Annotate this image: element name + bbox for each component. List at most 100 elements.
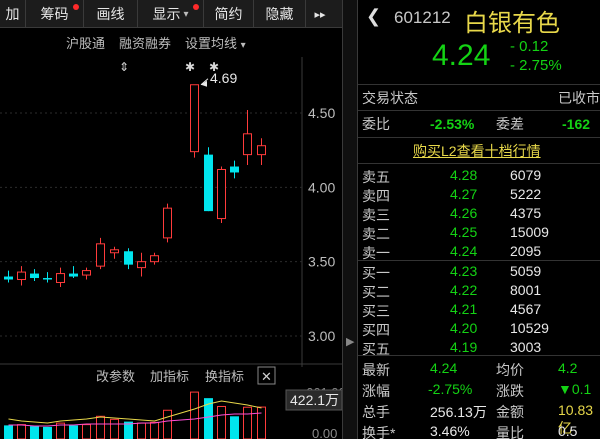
stat-value: -2.75% (428, 381, 473, 397)
panel-divider[interactable]: ▶ (342, 0, 358, 439)
toolbar-draw-line-button[interactable]: 画线 (84, 0, 138, 28)
divider-line (358, 355, 600, 356)
level-label: 买五 (362, 341, 390, 357)
toolbar-simple-button[interactable]: 简约 (204, 0, 254, 28)
indicator-tab[interactable]: 改参数 (96, 369, 135, 384)
divider-line (358, 110, 600, 111)
current-price: 4.24 (432, 39, 491, 72)
level-price: 4.21 (450, 301, 478, 317)
level-volume: 10529 (510, 320, 549, 336)
candle-body-down (4, 276, 13, 280)
candle-body-up (217, 168, 226, 220)
volume-bar-up (137, 422, 146, 439)
stats-row: 换手* 3.46% 量比 0.5 (358, 422, 600, 439)
candle-body-up (137, 261, 146, 269)
volume-bar-up (243, 406, 252, 439)
candle-body-up (110, 249, 119, 254)
stat-label: 最新 (362, 362, 390, 378)
stat-label: 均价 (496, 362, 524, 378)
stat-label: 涨幅 (362, 383, 390, 399)
volume-bar-down (4, 425, 13, 439)
notification-dot (73, 4, 79, 10)
bid-row[interactable]: 买一 4.23 5059 (358, 262, 600, 281)
candle-body-up (163, 207, 172, 239)
ask-row[interactable]: 卖一 4.24 2095 (358, 242, 600, 261)
level-volume: 4567 (510, 301, 542, 317)
close-icon[interactable]: ✕ (261, 370, 272, 385)
volume-bar-up (150, 421, 159, 439)
ask-row[interactable]: 卖三 4.26 4375 (358, 204, 600, 223)
stat-label: 量比 (496, 425, 524, 439)
trade-status-value: 已收市 (558, 90, 600, 106)
weicha-label: 委差 (496, 116, 524, 132)
price-change-pct: - 2.75% (510, 57, 562, 74)
stat-value: ▼0.1 (558, 381, 592, 397)
stock-name: 白银有色 (464, 10, 560, 37)
info-marker-icon: ✱ (185, 60, 195, 74)
ask-row[interactable]: 卖二 4.25 15009 (358, 223, 600, 242)
volume-bar-down (43, 426, 52, 439)
collapse-arrow-icon[interactable]: ▶ (346, 335, 354, 348)
volume-bar-down (230, 416, 239, 439)
divider-line (358, 260, 600, 261)
indicator-tab[interactable]: 换指标 (205, 369, 244, 384)
quote-header: ❮ 601212 白银有色 (358, 0, 600, 37)
bid-row[interactable]: 买四 4.20 10529 (358, 319, 600, 338)
candle-body-down (204, 154, 213, 212)
event-marker-icon: ⇕ (119, 60, 129, 74)
candle-body-up (257, 145, 266, 156)
stat-label: 金额 (496, 404, 524, 420)
toolbar-display-dropdown[interactable]: 显示 (138, 0, 204, 28)
volume-bar-down (69, 425, 78, 439)
candle-body-up (96, 243, 105, 267)
stat-value: 4.2 (558, 360, 578, 376)
toolbar-add-button[interactable]: 加 (0, 0, 26, 28)
candle-body-up (190, 84, 199, 153)
info-marker-icon: ✱ (209, 60, 219, 74)
volume-bar-up (17, 424, 26, 439)
bid-row[interactable]: 买三 4.21 4567 (358, 300, 600, 319)
level-price: 4.24 (450, 243, 478, 259)
toolbar-chips-button[interactable]: 筹码 (26, 0, 84, 28)
stats-row: 最新 4.24 均价 4.2 (358, 359, 600, 378)
price-change: - 0.12 (510, 38, 549, 55)
volume-bar-up (163, 409, 172, 439)
level-price: 4.28 (450, 167, 478, 183)
stat-value: 4.24 (430, 360, 458, 376)
stat-value: 3.46% (430, 423, 470, 439)
volume-value-label: 422.1万 (290, 392, 339, 408)
chart-toolbar: 加 筹码 画线 显示 简约 隐藏 ▸▸ (0, 0, 342, 28)
stock-code: 601212 (394, 8, 451, 27)
order-ratio-row: 委比 -2.53% 委差 -162 (358, 113, 600, 135)
candle-body-down (30, 273, 39, 279)
volume-bar-up (257, 406, 266, 439)
kline-chart-panel[interactable]: 沪股通 融资融券 设置均线 ▾ 4.50 4.00 3.50 3.00 4.69 ⇕ ✱ ✱ 改… (0, 29, 342, 439)
stats-row: 涨幅 -2.75% 涨跌 ▼0.1 (358, 380, 600, 399)
level-price: 4.25 (450, 224, 478, 240)
level-volume: 6079 (510, 167, 542, 183)
weibi-label: 委比 (362, 116, 390, 132)
candle-body-up (56, 273, 65, 283)
level-label: 卖三 (362, 207, 390, 223)
l2-row: 购买L2查看十档行情 (358, 140, 600, 162)
level-label: 卖五 (362, 169, 390, 185)
level-label: 买二 (362, 284, 390, 300)
level-price: 4.27 (450, 186, 478, 202)
price-summary: 4.24 - 0.12 - 2.75% (358, 36, 600, 82)
trade-status-row: 交易状态 已收市 (358, 87, 600, 109)
stat-value: 0.5 (558, 423, 578, 439)
prev-stock-icon[interactable]: ❮ (366, 6, 381, 27)
price-tick-label: 4.00 (308, 179, 335, 195)
level-label: 卖四 (362, 188, 390, 204)
expand-icon[interactable]: ▸▸ (306, 0, 334, 28)
bid-row[interactable]: 买二 4.22 8001 (358, 281, 600, 300)
level-label: 买一 (362, 265, 390, 281)
candle-body-down (230, 166, 239, 173)
buy-l2-link[interactable]: 购买L2查看十档行情 (413, 141, 541, 161)
toolbar-hide-button[interactable]: 隐藏 (254, 0, 306, 28)
indicator-tab[interactable]: 加指标 (150, 369, 189, 384)
ask-row[interactable]: 卖四 4.27 5222 (358, 185, 600, 204)
ask-row[interactable]: 卖五 4.28 6079 (358, 166, 600, 185)
level-price: 4.19 (450, 339, 478, 355)
volume-bar-up (96, 415, 105, 439)
